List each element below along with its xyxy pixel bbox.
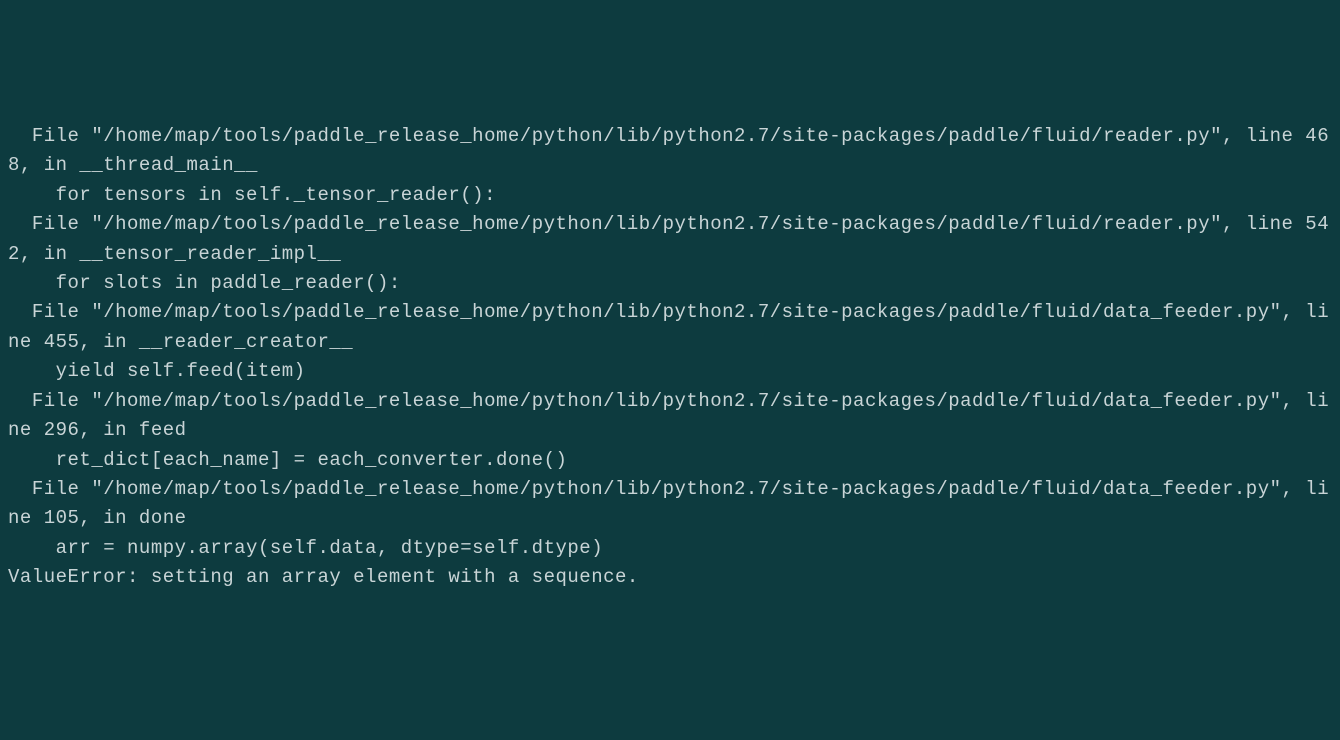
traceback-line: File "/home/map/tools/paddle_release_hom…: [8, 298, 1332, 357]
traceback-code-line: yield self.feed(item): [8, 357, 1332, 386]
traceback-code-line: ret_dict[each_name] = each_converter.don…: [8, 446, 1332, 475]
traceback-code-line: arr = numpy.array(self.data, dtype=self.…: [8, 534, 1332, 563]
traceback-code-line: for slots in paddle_reader():: [8, 269, 1332, 298]
traceback-code-line: for tensors in self._tensor_reader():: [8, 181, 1332, 210]
traceback-line: File "/home/map/tools/paddle_release_hom…: [8, 210, 1332, 269]
error-line: ValueError: setting an array element wit…: [8, 563, 1332, 592]
traceback-line: File "/home/map/tools/paddle_release_hom…: [8, 475, 1332, 534]
traceback-line: File "/home/map/tools/paddle_release_hom…: [8, 122, 1332, 181]
traceback-line: File "/home/map/tools/paddle_release_hom…: [8, 387, 1332, 446]
